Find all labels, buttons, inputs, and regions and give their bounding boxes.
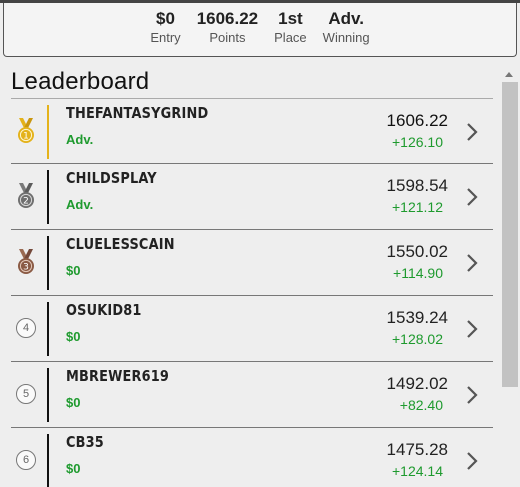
entry-summary: $0 Entry 1606.22 Points 1st Place Adv. W… [3,3,517,57]
row-divider [47,236,49,290]
player-points-delta: +124.14 [392,463,443,479]
stat-entry-value: $0 [156,9,175,28]
row-divider [47,368,49,422]
chevron-right-icon[interactable] [463,317,481,341]
player-winning: $0 [66,263,81,278]
player-points-delta: +126.10 [392,134,443,150]
chevron-right-icon[interactable] [463,120,481,144]
rank-badge: 5 [14,379,38,409]
svg-text:2: 2 [23,197,29,207]
rank-number: 4 [16,318,36,338]
player-name: THEFANTASYGRIND [66,104,209,122]
rank-number: 6 [16,450,36,470]
row-divider [47,105,49,159]
svg-text:1: 1 [23,132,29,142]
player-name: MBREWER619 [66,367,170,385]
player-winning: $0 [66,395,81,410]
player-name: CB35 [66,433,104,451]
leaderboard-row[interactable]: 1 THEFANTASYGRIND Adv. 1606.22 +126.10 [11,98,493,164]
row-divider [47,170,49,224]
player-points: 1598.54 [386,176,448,195]
rank-badge: 6 [14,445,38,475]
player-points: 1539.24 [386,308,448,327]
stat-winning-label: Winning [322,30,370,45]
scrollbar-thumb[interactable] [502,82,518,387]
stat-place-label: Place [274,30,307,45]
stat-points-value: 1606.22 [196,9,259,28]
player-points-delta: +82.40 [399,397,443,413]
leaderboard-row[interactable]: 2 CHILDSPLAY Adv. 1598.54 +121.12 [11,164,493,230]
player-points: 1606.22 [386,111,448,130]
player-winning: Adv. [66,197,94,212]
player-points-delta: +121.12 [392,199,443,215]
silver-medal-icon: 2 [14,181,38,211]
stat-entry-label: Entry [150,30,181,45]
player-points-delta: +128.02 [392,331,443,347]
stat-winning-value: Adv. [328,9,364,28]
rank-badge: 4 [14,313,38,343]
gold-medal-icon: 1 [14,116,38,146]
player-points: 1550.02 [386,242,448,261]
leaderboard-row[interactable]: 5 MBREWER619 $0 1492.02 +82.40 [11,362,493,428]
stat-winning: Adv. Winning [315,3,378,47]
rank-number: 5 [16,384,36,404]
player-winning: $0 [66,329,81,344]
player-name: CHILDSPLAY [66,169,157,187]
player-points: 1492.02 [386,374,448,393]
player-winning: Adv. [66,132,94,147]
player-points: 1475.28 [386,440,448,459]
player-name: CLUELESSCAIN [66,235,175,253]
chevron-right-icon[interactable] [463,449,481,473]
leaderboard-row[interactable]: 6 CB35 $0 1475.28 +124.14 [11,428,493,487]
chevron-right-icon[interactable] [463,251,481,275]
row-divider [47,302,49,356]
leaderboard-panel: Leaderboard 1 THEFANTASYGRIND Adv. 1606.… [0,64,520,487]
leaderboard-row[interactable]: 4 OSUKID81 $0 1539.24 +128.02 [11,296,493,362]
leaderboard-row[interactable]: 3 CLUELESSCAIN $0 1550.02 +114.90 [11,230,493,296]
chevron-right-icon[interactable] [463,185,481,209]
player-points-delta: +114.90 [393,265,443,281]
player-name: OSUKID81 [66,301,142,319]
leaderboard-list: 1 THEFANTASYGRIND Adv. 1606.22 +126.10 2 [11,98,493,487]
scroll-up-arrow-icon[interactable] [505,72,513,77]
stat-points-label: Points [209,30,246,45]
stat-points: 1606.22 Points [189,3,266,47]
bronze-medal-icon: 3 [14,247,38,277]
chevron-right-icon[interactable] [463,383,481,407]
stat-place: 1st Place [266,3,315,47]
player-winning: $0 [66,461,81,476]
svg-text:3: 3 [23,263,29,273]
stat-place-value: 1st [278,9,303,28]
row-divider [47,434,49,487]
leaderboard-title: Leaderboard [11,68,150,95]
stat-entry: $0 Entry [142,3,188,47]
